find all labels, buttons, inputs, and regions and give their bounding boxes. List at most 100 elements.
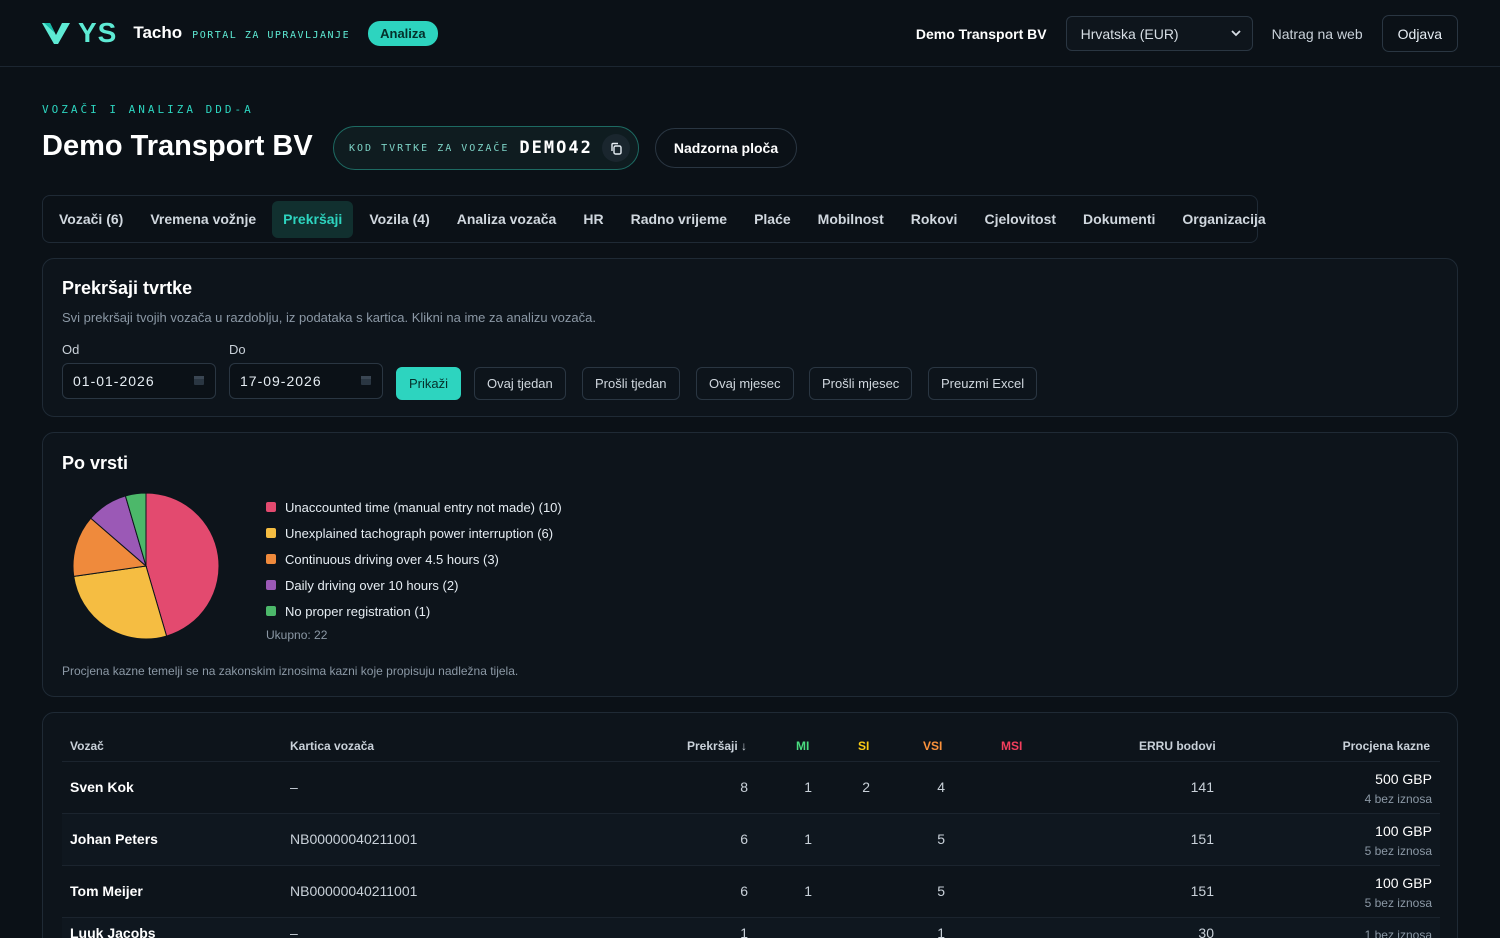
vsi-count: 5: [937, 831, 945, 847]
driver-name[interactable]: Johan Peters: [70, 831, 158, 847]
tab-mobility[interactable]: Mobilnost: [807, 201, 895, 238]
violations-by-type-card: Po vrsti Unaccounted time (manual entry …: [42, 432, 1458, 697]
country-select[interactable]: Hrvatska (EUR): [1065, 16, 1253, 51]
to-date-value: 17-09-2026: [240, 373, 322, 389]
erru-points: 151: [1190, 883, 1214, 899]
vsi-count: 5: [937, 883, 945, 899]
filter-card-title: Prekršaji tvrtke: [62, 278, 193, 298]
from-date-value: 01-01-2026: [73, 373, 155, 389]
tab-working-time[interactable]: Radno vrijeme: [620, 201, 738, 238]
legend-item: Unaccounted time (manual entry not made)…: [266, 494, 562, 520]
company-code-value: DEMO42: [519, 138, 593, 158]
tab-bar: Vozači (6) Vremena vožnje Prekršaji Vozi…: [42, 195, 1266, 243]
legend-swatch: [266, 606, 276, 616]
tab-organization[interactable]: Organizacija: [1171, 201, 1276, 238]
by-type-title: Po vrsti: [62, 453, 129, 473]
tab-salaries[interactable]: Plaće: [743, 201, 802, 238]
mi-count: 1: [804, 831, 812, 847]
brand-name: Tacho: [133, 23, 183, 42]
col-violations[interactable]: Prekršaji ↓: [687, 739, 747, 753]
col-msi[interactable]: MSI: [1001, 739, 1022, 753]
legend-label: Daily driving over 10 hours (2): [285, 577, 459, 593]
table-row[interactable]: Sven Kok – 8 1 2 4 141 500 GBP 4 bez izn…: [62, 761, 1440, 813]
company-code-pill: KOD TVRTKE ZA VOZAČE DEMO42: [333, 126, 639, 170]
legend-swatch: [266, 554, 276, 564]
fine-amount: 500 GBP: [1375, 771, 1432, 787]
calendar-icon[interactable]: [360, 373, 372, 389]
violations-count: 6: [740, 831, 748, 847]
fine-amount: 100 GBP: [1375, 875, 1432, 891]
brand-tagline: PORTAL ZA UPRAVLJANJE: [192, 29, 351, 41]
vsi-count: 1: [937, 925, 945, 938]
last-week-button[interactable]: Prošli tjedan: [582, 367, 680, 400]
erru-points: 30: [1198, 925, 1214, 938]
fine-note: 1 bez iznosa: [1364, 928, 1432, 938]
driver-name[interactable]: Tom Meijer: [70, 883, 143, 899]
table-row[interactable]: Luuk Jacobs – 1 1 30 1 bez iznosa: [62, 917, 1440, 938]
fine-amount: 100 GBP: [1375, 823, 1432, 839]
col-erru-points[interactable]: ERRU bodovi: [1139, 739, 1216, 753]
col-mi[interactable]: MI: [796, 739, 809, 753]
driver-name[interactable]: Sven Kok: [70, 779, 134, 795]
logout-button[interactable]: Odjava: [1381, 15, 1458, 52]
tab-vehicles[interactable]: Vozila (4): [358, 201, 440, 238]
tab-deadlines[interactable]: Rokovi: [900, 201, 969, 238]
tab-violations[interactable]: Prekršaji: [272, 200, 354, 238]
tab-hr[interactable]: HR: [572, 201, 614, 238]
legend-item: Daily driving over 10 hours (2): [266, 572, 562, 598]
tab-driving-times[interactable]: Vremena vožnje: [139, 201, 267, 238]
vsi-count: 4: [937, 779, 945, 795]
analysis-badge: Analiza: [368, 20, 438, 46]
last-month-button[interactable]: Prošli mjesec: [809, 367, 913, 400]
logo-text: YS: [78, 17, 118, 48]
page-title: Demo Transport BV: [42, 130, 313, 162]
driver-card: NB00000040211001: [290, 883, 418, 899]
copy-icon[interactable]: [602, 134, 630, 162]
tab-documents[interactable]: Dokumenti: [1072, 201, 1166, 238]
legend-label: Unaccounted time (manual entry not made)…: [285, 499, 562, 515]
legend-swatch: [266, 580, 276, 590]
col-si[interactable]: SI: [858, 739, 869, 753]
to-date-input[interactable]: 17-09-2026: [229, 363, 383, 399]
back-to-web-link[interactable]: Natrag na web: [1272, 26, 1363, 42]
violations-total: Ukupno: 22: [266, 628, 328, 642]
table-row[interactable]: Johan Peters NB00000040211001 6 1 5 151 …: [62, 813, 1440, 865]
to-label: Do: [229, 342, 246, 357]
show-button[interactable]: Prikaži: [396, 367, 462, 400]
legend-label: No proper registration (1): [285, 603, 431, 619]
calendar-icon[interactable]: [193, 373, 205, 389]
legend-item: Continuous driving over 4.5 hours (3): [266, 546, 562, 572]
table-row[interactable]: Tom Meijer NB00000040211001 6 1 5 151 10…: [62, 865, 1440, 917]
driver-name[interactable]: Luuk Jacobs: [70, 925, 156, 938]
logo[interactable]: YS Tacho PORTAL ZA UPRAVLJANJE Analiza: [42, 17, 438, 49]
col-vsi[interactable]: VSI: [923, 739, 942, 753]
this-week-button[interactable]: Ovaj tjedan: [474, 367, 566, 400]
download-excel-button[interactable]: Preuzmi Excel: [928, 367, 1038, 400]
company-code-label: KOD TVRTKE ZA VOZAČE: [349, 142, 510, 154]
dashboard-button[interactable]: Nadzorna ploča: [655, 128, 797, 168]
tab-driver-analysis[interactable]: Analiza vozača: [446, 201, 568, 238]
legend-item: Unexplained tachograph power interruptio…: [266, 520, 562, 546]
violations-pie-chart: [72, 492, 220, 640]
top-bar: YS Tacho PORTAL ZA UPRAVLJANJE Analiza D…: [0, 0, 1500, 67]
col-driver[interactable]: Vozač: [70, 739, 104, 753]
col-driver-card[interactable]: Kartica vozača: [290, 739, 374, 753]
col-fine-estimate[interactable]: Procjena kazne: [1343, 739, 1430, 753]
tab-integrity[interactable]: Cjelovitost: [973, 201, 1067, 238]
this-month-button[interactable]: Ovaj mjesec: [696, 367, 794, 400]
erru-points: 151: [1190, 831, 1214, 847]
si-count: 2: [862, 779, 870, 795]
legend-swatch: [266, 528, 276, 538]
chevron-down-icon: [1230, 26, 1242, 42]
pie-legend: Unaccounted time (manual entry not made)…: [266, 494, 562, 642]
mi-count: 1: [804, 883, 812, 899]
fine-note: 5 bez iznosa: [1364, 896, 1432, 910]
driver-card: –: [290, 925, 298, 938]
page-eyebrow: VOZAČI I ANALIZA DDD-A: [42, 103, 254, 116]
company-name: Demo Transport BV: [915, 25, 1047, 42]
country-select-value: Hrvatska (EUR): [1080, 25, 1179, 42]
violations-count: 1: [740, 925, 748, 938]
from-date-input[interactable]: 01-01-2026: [62, 363, 216, 399]
fine-note: 4 bez iznosa: [1364, 792, 1432, 806]
tab-drivers[interactable]: Vozači (6): [48, 201, 134, 238]
